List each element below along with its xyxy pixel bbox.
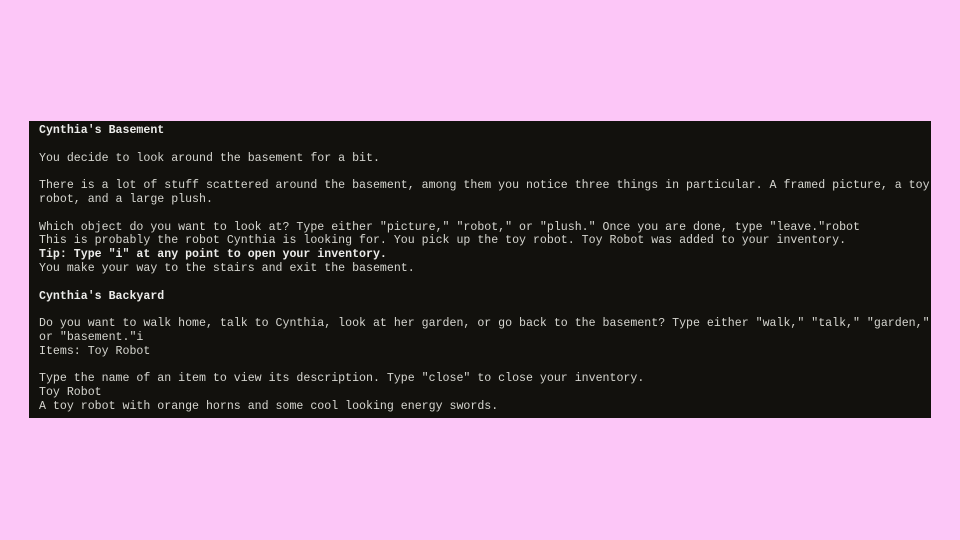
item-description-line: A toy robot with orange horns and some c… <box>39 399 499 413</box>
terminal-output: Cynthia's Basement You decide to look aro… <box>29 121 931 418</box>
narration-line: You decide to look around the basement f… <box>39 151 380 165</box>
narration-line: This is probably the robot Cynthia is lo… <box>39 234 847 248</box>
prompt-line: or "basement."i <box>39 330 144 344</box>
prompt-line: Do you want to walk home, talk to Cynthi… <box>39 317 930 331</box>
prompt-line: Which object do you want to look at? Typ… <box>39 220 860 234</box>
room-title-basement: Cynthia's Basement <box>39 124 165 137</box>
narration-line: There is a lot of stuff scattered around… <box>39 179 930 193</box>
narration-line: robot, and a large plush. <box>39 192 213 206</box>
room-title-backyard: Cynthia's Backyard <box>39 289 165 303</box>
item-name-line: Toy Robot <box>39 386 102 400</box>
inventory-items-line: Items: Toy Robot <box>39 344 151 358</box>
tip-line: Tip: Type "i" at any point to open your … <box>39 248 387 262</box>
narration-line: You make your way to the stairs and exit… <box>39 261 415 275</box>
inventory-prompt-line: Type the name of an item to view its des… <box>39 372 645 386</box>
